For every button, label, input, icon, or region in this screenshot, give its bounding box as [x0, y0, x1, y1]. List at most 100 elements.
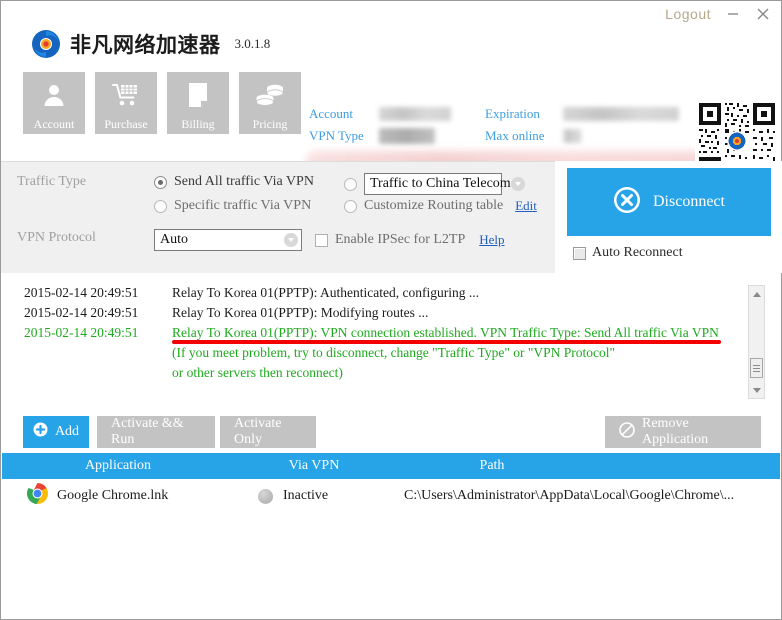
shopping-cart-icon	[95, 72, 157, 117]
ipsec-checkbox[interactable]	[315, 233, 328, 247]
radio-send-all-traffic[interactable]: Send All traffic Via VPN	[154, 174, 314, 190]
column-header-application[interactable]: Application	[2, 458, 234, 474]
radio-send-all-indicator[interactable]	[154, 175, 167, 189]
radio-china-telecom[interactable]: Traffic to China Telecom	[344, 173, 525, 195]
max-online-row: Max online	[485, 125, 679, 147]
radio-china-telecom-indicator[interactable]	[344, 177, 357, 191]
vpn-protocol-label-row: VPN Protocol	[17, 230, 96, 246]
radio-specific-indicator[interactable]	[154, 199, 167, 213]
traffic-type-label-row: Traffic Type	[17, 174, 86, 190]
add-button[interactable]: Add	[23, 416, 89, 448]
vpn-protocol-select[interactable]: Auto	[154, 229, 302, 251]
radio-customize-indicator[interactable]	[344, 199, 357, 213]
expiration-label: Expiration	[485, 106, 540, 121]
logout-link[interactable]: Logout	[663, 6, 713, 22]
column-header-via-vpn[interactable]: Via VPN	[234, 458, 394, 474]
radio-specific-traffic[interactable]: Specific traffic Via VPN	[154, 198, 311, 214]
ipsec-label: Enable IPSec for L2TP	[335, 232, 466, 247]
nav-tile-account[interactable]: Account	[23, 72, 85, 134]
log-timestamp: 2015-02-14 20:49:51	[24, 285, 139, 300]
account-info: Account VPN Type	[309, 103, 451, 147]
header: 非凡网络加速器 3.0.1.8 Account Purchase Billing…	[1, 27, 781, 183]
application-name: Google Chrome.lnk	[57, 488, 169, 503]
chevron-down-icon[interactable]	[510, 177, 525, 191]
brand: 非凡网络加速器 3.0.1.8	[31, 29, 270, 59]
cell-path: C:\Users\Administrator\AppData\Local\Goo…	[404, 488, 735, 503]
expiration-value-masked	[563, 107, 679, 121]
log-timestamp: 2015-02-14 20:49:51	[24, 305, 139, 320]
application-toolbar: Add Activate && Run Activate Only Remove…	[1, 413, 781, 451]
remove-label: Remove Application	[642, 416, 709, 447]
vpn-type-row: VPN Type	[309, 125, 451, 147]
add-label: Add	[54, 424, 80, 439]
nav-tile-label: Purchase	[104, 117, 148, 131]
cancel-circle-icon	[613, 186, 641, 219]
radio-customize-label: Customize Routing table	[364, 198, 504, 213]
settings-panel: Traffic Type Send All traffic Via VPN Sp…	[1, 161, 555, 273]
scrollbar-thumb[interactable]	[750, 358, 763, 378]
minimize-icon[interactable]	[723, 4, 743, 24]
swirl-logo-icon	[31, 29, 61, 59]
user-icon	[23, 72, 85, 117]
nav-tile-label: Billing	[181, 117, 215, 131]
log-line: (If you meet problem, try to disconnect,…	[2, 343, 758, 363]
log-line: or other servers then reconnect)	[2, 363, 758, 383]
cell-application: Google Chrome.lnk	[2, 482, 234, 510]
status-indicator-icon	[258, 488, 273, 504]
traffic-route-value: Traffic to China Telecom	[370, 176, 511, 191]
traffic-route-select[interactable]: Traffic to China Telecom	[364, 173, 525, 195]
max-online-label: Max online	[485, 128, 545, 143]
account-value-masked	[379, 107, 451, 121]
table-row[interactable]: Google Chrome.lnk Inactive C:\Users\Admi…	[2, 479, 780, 513]
nav-tile-label: Pricing	[252, 117, 288, 131]
coins-icon	[239, 72, 301, 117]
column-header-path[interactable]: Path	[394, 458, 780, 474]
auto-reconnect-checkbox[interactable]	[573, 246, 586, 260]
connection-panel: Disconnect Auto Reconnect	[555, 161, 782, 273]
close-icon[interactable]	[753, 4, 773, 24]
scroll-down-icon[interactable]	[749, 382, 764, 398]
log-message: Relay To Korea 01(PPTP): Authenticated, …	[172, 285, 479, 300]
log-line: 2015-02-14 20:49:51 Relay To Korea 01(PP…	[2, 283, 758, 303]
activate-only-label: Activate Only	[234, 416, 282, 447]
title-bar: Logout	[1, 1, 781, 27]
document-icon	[167, 72, 229, 117]
log-message-container: Relay To Korea 01(PPTP): VPN connection …	[172, 325, 721, 344]
auto-reconnect-label: Auto Reconnect	[592, 245, 683, 260]
status-badge: Inactive	[283, 488, 329, 503]
log-panel[interactable]: 2015-02-14 20:49:51 Relay To Korea 01(PP…	[2, 283, 758, 401]
log-line: 2015-02-14 20:49:51 Relay To Korea 01(PP…	[2, 303, 758, 323]
app-window: Logout 非凡网络加速器 3.0.1.8 Account Purchase …	[0, 0, 782, 620]
nav-tile-pricing[interactable]: Pricing	[239, 72, 301, 134]
radio-customize-routing[interactable]: Customize Routing table Edit	[344, 198, 537, 214]
activate-run-label: Activate && Run	[111, 416, 184, 447]
vpn-type-value-masked	[379, 128, 435, 144]
log-message: or other servers then reconnect)	[172, 365, 343, 380]
max-online-value-masked	[563, 129, 581, 143]
activate-only-button[interactable]: Activate Only	[220, 416, 316, 448]
nav-tile-label: Account	[33, 117, 75, 131]
application-table: Application Via VPN Path Google Chrome.l…	[2, 453, 780, 513]
log-message: Relay To Korea 01(PPTP): Modifying route…	[172, 305, 429, 320]
chevron-down-icon[interactable]	[281, 233, 301, 247]
vpn-protocol-value: Auto	[160, 232, 188, 247]
traffic-type-label: Traffic Type	[17, 174, 87, 189]
disconnect-button[interactable]: Disconnect	[567, 168, 771, 236]
brand-title: 非凡网络加速器	[70, 33, 221, 57]
help-link[interactable]: Help	[479, 232, 504, 248]
expiration-row: Expiration	[485, 103, 679, 125]
edit-routing-link[interactable]: Edit	[515, 198, 537, 214]
scroll-up-icon[interactable]	[749, 286, 764, 302]
auto-reconnect-row[interactable]: Auto Reconnect	[573, 245, 683, 261]
remove-application-button[interactable]: Remove Application	[605, 416, 761, 448]
version-label: 3.0.1.8	[234, 36, 271, 51]
activate-and-run-button[interactable]: Activate && Run	[97, 416, 215, 448]
radio-specific-label: Specific traffic Via VPN	[174, 198, 312, 213]
nav-tile-purchase[interactable]: Purchase	[95, 72, 157, 134]
log-message: (If you meet problem, try to disconnect,…	[172, 345, 616, 360]
log-line-highlighted: 2015-02-14 20:49:51 Relay To Korea 01(PP…	[2, 323, 758, 344]
no-entry-icon	[619, 421, 635, 443]
nav-tiles: Account Purchase Billing Pricing	[23, 72, 301, 134]
nav-tile-billing[interactable]: Billing	[167, 72, 229, 134]
log-scrollbar[interactable]	[748, 285, 765, 399]
